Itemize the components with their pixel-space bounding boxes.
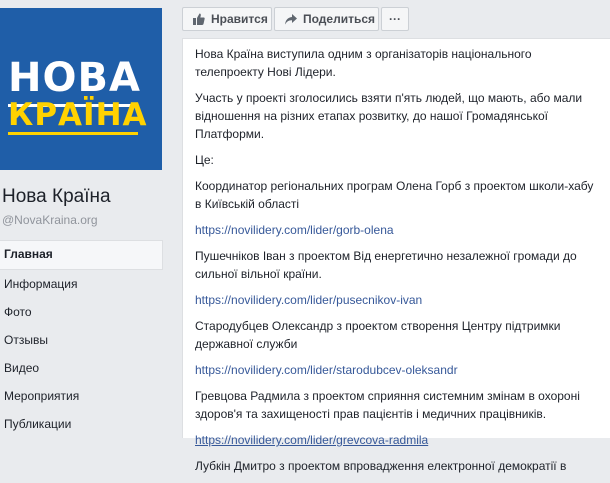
post-paragraph: Пушечніков Іван з проектом Від енергетич… bbox=[195, 249, 577, 281]
like-label: Нравится bbox=[211, 12, 268, 26]
more-options-button[interactable]: ··· bbox=[381, 7, 409, 31]
like-button[interactable]: Нравится bbox=[182, 7, 272, 31]
page-handle[interactable]: @NovaKraina.org bbox=[2, 213, 98, 227]
share-arrow-icon bbox=[285, 13, 297, 24]
post-text: Нова Країна виступила одним з організато… bbox=[195, 45, 603, 483]
logo-text-line2: КРАЇНА bbox=[8, 97, 148, 133]
nav-item-posts[interactable]: Публикации bbox=[0, 410, 163, 438]
share-button[interactable]: Поделиться bbox=[274, 7, 379, 31]
link-starodubcev-oleksandr[interactable]: https://novilidery.com/lider/starodubcev… bbox=[195, 363, 458, 377]
page-name[interactable]: Нова Країна bbox=[2, 186, 111, 208]
nav-item-home[interactable]: Главная bbox=[0, 240, 163, 270]
nav-item-reviews[interactable]: Отзывы bbox=[0, 326, 163, 354]
post-link-paragraph: https://novilidery.com/lider/starodubcev… bbox=[195, 361, 603, 379]
nav-item-events[interactable]: Мероприятия bbox=[0, 382, 163, 410]
share-label: Поделиться bbox=[303, 12, 376, 26]
post-card: Нова Країна виступила одним з організато… bbox=[182, 38, 610, 473]
link-gorb-olena[interactable]: https://novilidery.com/lider/gorb-olena bbox=[195, 223, 394, 237]
more-dots-icon: ··· bbox=[389, 12, 401, 26]
nav-item-photos[interactable]: Фото bbox=[0, 298, 163, 326]
post-paragraph: Лубкін Дмитро з проектом впровадження ел… bbox=[195, 459, 567, 473]
post-paragraph: Це: bbox=[195, 153, 214, 167]
post-paragraph: Гревцова Радмила з проектом сприяння сис… bbox=[195, 389, 580, 421]
logo-text-line1: НОВА bbox=[8, 55, 141, 101]
link-pusecnikov-ivan[interactable]: https://novilidery.com/lider/pusecnikov-… bbox=[195, 293, 422, 307]
link-grevcova-radmila[interactable]: https://novilidery.com/lider/grevcova-ra… bbox=[195, 433, 428, 447]
post-paragraph: Нова Країна виступила одним з організато… bbox=[195, 47, 532, 79]
post-paragraph: Участь у проекті зголосились взяти п'ять… bbox=[195, 91, 583, 141]
nav-item-videos[interactable]: Видео bbox=[0, 354, 163, 382]
page-nav: Главная Информация Фото Отзывы Видео Мер… bbox=[0, 240, 163, 438]
page-logo[interactable]: НОВА КРАЇНА bbox=[0, 8, 162, 170]
nav-item-info[interactable]: Информация bbox=[0, 270, 163, 298]
post-paragraph: Координатор регіональних програм Олена Г… bbox=[195, 179, 594, 211]
logo-stripe-yellow bbox=[8, 132, 138, 135]
post-link-paragraph: https://novilidery.com/lider/pusecnikov-… bbox=[195, 291, 603, 309]
post-link-paragraph: https://novilidery.com/lider/gorb-olena bbox=[195, 221, 603, 239]
post-paragraph: Стародубцев Олександр з проектом створен… bbox=[195, 319, 561, 351]
thumbs-up-icon bbox=[193, 13, 205, 25]
post-link-paragraph: https://novilidery.com/lider/grevcova-ra… bbox=[195, 431, 603, 449]
